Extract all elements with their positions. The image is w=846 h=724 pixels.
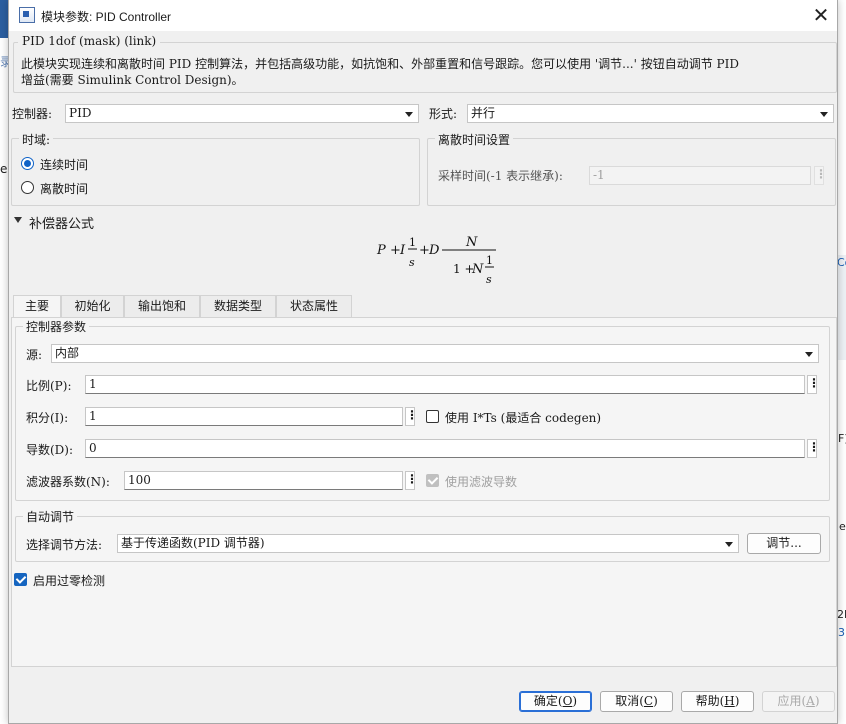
chevron-down-icon — [805, 352, 813, 357]
proportional-field[interactable]: 1 — [85, 375, 805, 394]
background-text-fragment: 3 — [838, 626, 845, 639]
derivative-more-icon[interactable] — [807, 439, 817, 458]
source-value: 内部 — [55, 346, 80, 360]
collapse-triangle-icon[interactable] — [14, 217, 22, 223]
proportional-more-icon[interactable] — [807, 375, 817, 394]
formula-s: s — [409, 256, 415, 269]
cancel-button[interactable]: 取消(C) — [600, 691, 673, 712]
formula-d: D — [428, 243, 440, 258]
cancel-label: 取消 — [615, 694, 640, 708]
apply-shortcut: A — [806, 694, 815, 708]
help-button[interactable]: 帮助(H) — [681, 691, 754, 712]
window-title: 模块参数: PID Controller — [41, 10, 172, 24]
help-label: 帮助 — [695, 694, 720, 708]
formula-n-denominator: N — [471, 262, 484, 277]
form-label: 形式: — [429, 107, 458, 121]
continuous-time-radio[interactable] — [21, 157, 34, 170]
chevron-down-icon — [725, 542, 733, 547]
tab-main[interactable]: 主要 — [13, 295, 61, 318]
use-its-label[interactable]: 使用 I*Ts (最适合 codegen) — [445, 409, 601, 426]
sample-time-more-icon[interactable] — [814, 166, 824, 185]
background-text-fragment: 2D — [837, 608, 846, 621]
formula-n-numerator: N — [465, 235, 478, 250]
use-filtered-derivative-checkbox[interactable] — [426, 474, 439, 487]
chevron-down-icon — [820, 112, 828, 117]
source-dropdown[interactable]: 内部 — [51, 344, 819, 363]
chevron-down-icon — [405, 112, 413, 117]
discrete-time-radio[interactable] — [21, 181, 34, 194]
time-domain-title: 时域: — [19, 131, 54, 148]
block-parameters-dialog: 模块参数: PID Controller ✕ PID 1dof (mask) (… — [8, 0, 838, 724]
apply-label: 应用 — [777, 694, 802, 708]
tab-state-attributes[interactable]: 状态属性 — [276, 295, 352, 317]
background-text-fragment: e — [839, 520, 846, 533]
formula-one: 1 — [409, 236, 416, 249]
tab-data-types[interactable]: 数据类型 — [200, 295, 276, 317]
zero-crossing-label[interactable]: 启用过零检测 — [33, 572, 105, 589]
use-filtered-derivative-label[interactable]: 使用滤波导数 — [445, 473, 517, 490]
filter-coefficient-more-icon[interactable] — [405, 471, 415, 490]
simulink-block-icon — [19, 7, 35, 23]
tab-initialization[interactable]: 初始化 — [61, 295, 124, 317]
controller-dropdown[interactable]: PID — [65, 104, 419, 123]
apply-button[interactable]: 应用(A) — [762, 691, 835, 712]
tune-button[interactable]: 调节... — [747, 533, 821, 554]
tab-output-saturation[interactable]: 输出饱和 — [124, 295, 200, 317]
integral-field[interactable]: 1 — [85, 407, 403, 426]
proportional-label: 比例(P): — [26, 379, 72, 393]
cancel-shortcut: C — [643, 694, 654, 708]
discrete-settings-title: 离散时间设置 — [435, 131, 514, 148]
sample-time-label: 采样时间(-1 表示继承): — [438, 169, 563, 183]
autotune-title: 自动调节 — [23, 508, 78, 525]
background-text-fragment: F) — [838, 432, 846, 445]
ok-button[interactable]: 确定(O) — [519, 691, 592, 712]
discrete-time-label[interactable]: 离散时间 — [40, 180, 88, 197]
formula-s: s — [486, 273, 492, 286]
title-bar: 模块参数: PID Controller ✕ — [9, 0, 837, 31]
description-text: 增益(需要 Simulink Control Design)。 — [21, 73, 244, 87]
form-value: 并行 — [471, 106, 496, 120]
source-label: 源: — [26, 348, 43, 362]
tuning-method-label: 选择调节方法: — [26, 538, 103, 552]
ok-shortcut: O — [562, 694, 573, 708]
formula-i: I — [399, 243, 406, 258]
filter-coefficient-label: 滤波器系数(N): — [26, 475, 110, 489]
sample-time-field[interactable]: -1 — [589, 166, 811, 185]
close-icon[interactable]: ✕ — [805, 0, 837, 30]
tuning-method-value: 基于传递函数(PID 调节器) — [121, 536, 265, 550]
derivative-label: 导数(D): — [26, 443, 74, 457]
continuous-time-label[interactable]: 连续时间 — [40, 156, 88, 173]
help-shortcut: H — [724, 694, 735, 708]
compensator-title[interactable]: 补偿器公式 — [29, 213, 94, 232]
derivative-field[interactable]: 0 — [85, 439, 805, 458]
block-type-label: PID 1dof (mask) (link) — [18, 34, 161, 48]
integral-more-icon[interactable] — [405, 407, 415, 426]
background-text-fragment: Co — [837, 256, 846, 269]
controller-label: 控制器: — [12, 107, 53, 121]
controller-params-title: 控制器参数 — [23, 318, 90, 335]
formula-one: 1 — [486, 254, 493, 267]
formula-p: P — [376, 243, 386, 258]
form-dropdown[interactable]: 并行 — [467, 104, 834, 123]
tuning-method-dropdown[interactable]: 基于传递函数(PID 调节器) — [117, 534, 739, 553]
use-its-checkbox[interactable] — [426, 410, 439, 423]
integral-label: 积分(I): — [26, 411, 69, 425]
ok-label: 确定 — [533, 694, 558, 708]
zero-crossing-checkbox[interactable] — [14, 573, 27, 586]
description-text: 此模块实现连续和离散时间 PID 控制算法，并包括高级功能，如抗饱和、外部重置和… — [21, 57, 739, 71]
filter-coefficient-field[interactable]: 100 — [124, 471, 403, 490]
compensator-formula: P + I 1 s + D N 1 + N 1 s — [376, 235, 496, 286]
controller-value: PID — [69, 106, 92, 120]
